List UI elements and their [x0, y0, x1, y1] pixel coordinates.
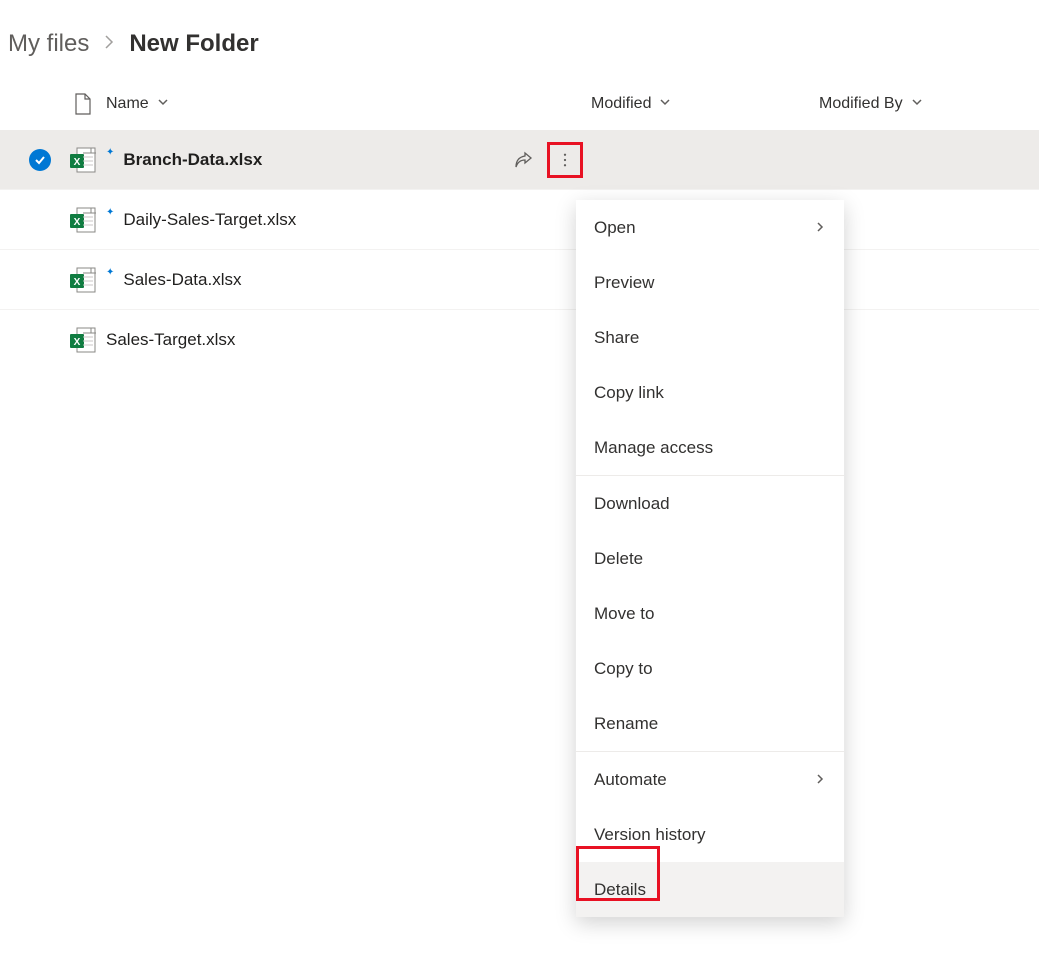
file-name[interactable]: Daily-Sales-Target.xlsx: [123, 210, 296, 230]
menu-share[interactable]: Share: [576, 310, 844, 365]
context-menu: Open Preview Share Copy link Manage acce…: [576, 200, 844, 917]
breadcrumb-parent[interactable]: My files: [8, 30, 89, 58]
menu-label: Manage access: [594, 438, 713, 458]
file-name[interactable]: Branch-Data.xlsx: [123, 150, 262, 170]
menu-label: Share: [594, 328, 639, 348]
breadcrumb-current: New Folder: [129, 30, 258, 58]
excel-file-icon: X: [69, 207, 97, 233]
menu-open[interactable]: Open: [576, 200, 844, 255]
column-header-modified[interactable]: Modified: [591, 95, 651, 113]
column-header-modified-by[interactable]: Modified By: [819, 95, 903, 113]
table-row[interactable]: X ✦ Branch-Data.xlsx: [0, 130, 1039, 190]
table-row[interactable]: X Sales-Target.xlsx: [0, 310, 1039, 370]
menu-copy-to[interactable]: Copy to: [576, 641, 844, 696]
header-filetype-icon[interactable]: [60, 92, 106, 116]
menu-move-to[interactable]: Move to: [576, 586, 844, 641]
excel-file-icon: X: [69, 267, 97, 293]
new-indicator-icon: ✦: [106, 267, 114, 278]
chevron-down-icon[interactable]: [157, 95, 169, 113]
chevron-down-icon[interactable]: [911, 95, 923, 113]
file-name[interactable]: Sales-Target.xlsx: [106, 330, 235, 350]
menu-rename[interactable]: Rename: [576, 696, 844, 751]
svg-text:X: X: [74, 337, 81, 348]
menu-label: Move to: [594, 604, 654, 624]
table-row[interactable]: X ✦ Daily-Sales-Target.xlsx: [0, 190, 1039, 250]
table-header: Name Modified Modified By: [0, 78, 1039, 130]
menu-version-history[interactable]: Version history: [576, 807, 844, 862]
svg-text:X: X: [74, 217, 81, 228]
table-row[interactable]: X ✦ Sales-Data.xlsx: [0, 250, 1039, 310]
chevron-right-icon: [814, 770, 826, 790]
menu-label: Delete: [594, 549, 643, 569]
menu-label: Automate: [594, 770, 667, 790]
menu-label: Open: [594, 218, 636, 238]
chevron-right-icon: [814, 218, 826, 238]
menu-label: Copy to: [594, 659, 653, 679]
more-actions-icon[interactable]: [547, 142, 583, 178]
menu-preview[interactable]: Preview: [576, 255, 844, 310]
menu-label: Copy link: [594, 383, 664, 403]
excel-file-icon: X: [69, 327, 97, 353]
file-table: Name Modified Modified By: [0, 78, 1039, 370]
menu-label: Download: [594, 494, 670, 514]
chevron-down-icon[interactable]: [659, 95, 671, 113]
new-indicator-icon: ✦: [106, 147, 114, 158]
column-header-name[interactable]: Name: [106, 95, 149, 113]
menu-automate[interactable]: Automate: [576, 752, 844, 807]
menu-copy-link[interactable]: Copy link: [576, 365, 844, 420]
svg-text:X: X: [74, 157, 81, 168]
chevron-right-icon: [101, 33, 117, 56]
selected-check-icon[interactable]: [29, 149, 51, 171]
menu-details[interactable]: Details: [576, 862, 844, 917]
excel-file-icon: X: [69, 147, 97, 173]
menu-label: Rename: [594, 714, 658, 734]
file-name[interactable]: Sales-Data.xlsx: [123, 270, 241, 290]
menu-label: Version history: [594, 825, 706, 845]
menu-manage-access[interactable]: Manage access: [576, 420, 844, 475]
share-icon[interactable]: [505, 142, 541, 178]
svg-text:X: X: [74, 277, 81, 288]
breadcrumb: My files New Folder: [0, 0, 1039, 78]
menu-delete[interactable]: Delete: [576, 531, 844, 586]
menu-download[interactable]: Download: [576, 476, 844, 531]
new-indicator-icon: ✦: [106, 207, 114, 218]
menu-label: Preview: [594, 273, 654, 293]
menu-label: Details: [594, 880, 646, 900]
